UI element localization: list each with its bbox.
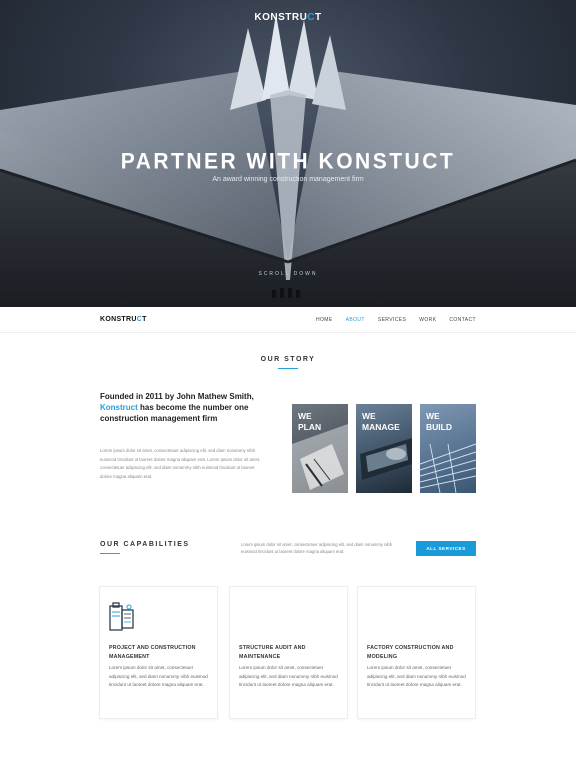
tile-line-2: MANAGE xyxy=(362,422,400,432)
our-story-underline xyxy=(278,368,298,369)
tile-line-1: WE xyxy=(298,411,312,421)
we-plan-label: WE PLAN xyxy=(298,411,321,433)
we-manage-label: WE MANAGE xyxy=(362,411,400,433)
capabilities-description: Lorem ipsum dolor sit amet, consectetuer… xyxy=(241,542,393,554)
tile-line-1: WE xyxy=(426,411,440,421)
navbar-logo[interactable]: KONSTRUCT xyxy=(100,316,147,323)
hero-subtitle: An award winning construction management… xyxy=(212,176,364,183)
we-plan-tile[interactable]: WE PLAN xyxy=(292,404,348,493)
story-headline-text: Founded in 2011 by John Mathew Smith, xyxy=(100,392,254,401)
capability-card-text: Lorem ipsum dolor sit amet, consectetuer… xyxy=(109,665,208,687)
capability-card-text: Lorem ipsum dolor sit amet, consectetuer… xyxy=(239,665,338,687)
hero-section: KONSTRUCT PARTNER WITH KONSTUCT An award… xyxy=(0,0,576,307)
nav-link-contact[interactable]: CONTACT xyxy=(449,317,476,323)
story-headline-brand: Konstruct xyxy=(100,403,138,412)
hero-title: PARTNER WITH KONSTUCT xyxy=(120,149,456,174)
blueprint-clipboard-icon xyxy=(109,602,135,637)
capability-card-structure-audit[interactable]: STRUCTURE AUDIT AND MAINTENANCE Lorem ip… xyxy=(229,586,348,719)
capability-card-title: PROJECT AND CONSTRUCTION MANAGEMENT xyxy=(109,645,196,660)
we-build-label: WE BUILD xyxy=(426,411,452,433)
capability-card-title: STRUCTURE AUDIT AND MAINTENANCE xyxy=(239,645,306,660)
our-capabilities-heading: OUR CAPABILITIES xyxy=(100,541,190,548)
capability-card-text: Lorem ipsum dolor sit amet, consectetuer… xyxy=(367,665,466,687)
all-services-button[interactable]: ALL SERVICES xyxy=(416,541,476,556)
capabilities-underline xyxy=(100,553,120,554)
nav-link-about[interactable]: ABOUT xyxy=(346,317,365,323)
hero-logo-suffix: T xyxy=(315,12,322,23)
navbar-logo-suffix: T xyxy=(142,316,147,323)
tile-line-2: PLAN xyxy=(298,422,322,432)
main-navbar: KONSTRUCT HOME ABOUT SERVICES WORK CONTA… xyxy=(0,307,576,333)
nav-links: HOME ABOUT SERVICES WORK CONTACT xyxy=(316,317,476,323)
hero-logo[interactable]: KONSTRUCT xyxy=(0,12,576,23)
capability-card-title: FACTORY CONSTRUCTION AND MODELING xyxy=(367,645,454,660)
hero-logo-accent: C xyxy=(307,12,316,23)
tile-line-1: WE xyxy=(362,411,376,421)
tile-line-2: BUILD xyxy=(426,422,452,432)
our-story-heading: OUR STORY xyxy=(260,356,316,363)
story-headline: Founded in 2011 by John Mathew Smith, Ko… xyxy=(100,391,270,424)
we-manage-tile[interactable]: WE MANAGE xyxy=(356,404,412,493)
navbar-logo-text: KONSTRU xyxy=(100,316,137,323)
hero-logo-text: KONSTRU xyxy=(254,12,308,23)
we-build-tile[interactable]: WE BUILD xyxy=(420,404,476,493)
story-body-text: Lorem ipsum dolor sit amet, consectetuer… xyxy=(100,448,261,479)
nav-link-work[interactable]: WORK xyxy=(419,317,436,323)
nav-link-home[interactable]: HOME xyxy=(316,317,333,323)
scroll-down-link[interactable]: SCROLL DOWN xyxy=(0,271,576,277)
capability-card-project-management[interactable]: PROJECT AND CONSTRUCTION MANAGEMENT Lore… xyxy=(99,586,218,719)
nav-link-services[interactable]: SERVICES xyxy=(378,317,406,323)
capability-card-factory-construction[interactable]: FACTORY CONSTRUCTION AND MODELING Lorem … xyxy=(357,586,476,719)
